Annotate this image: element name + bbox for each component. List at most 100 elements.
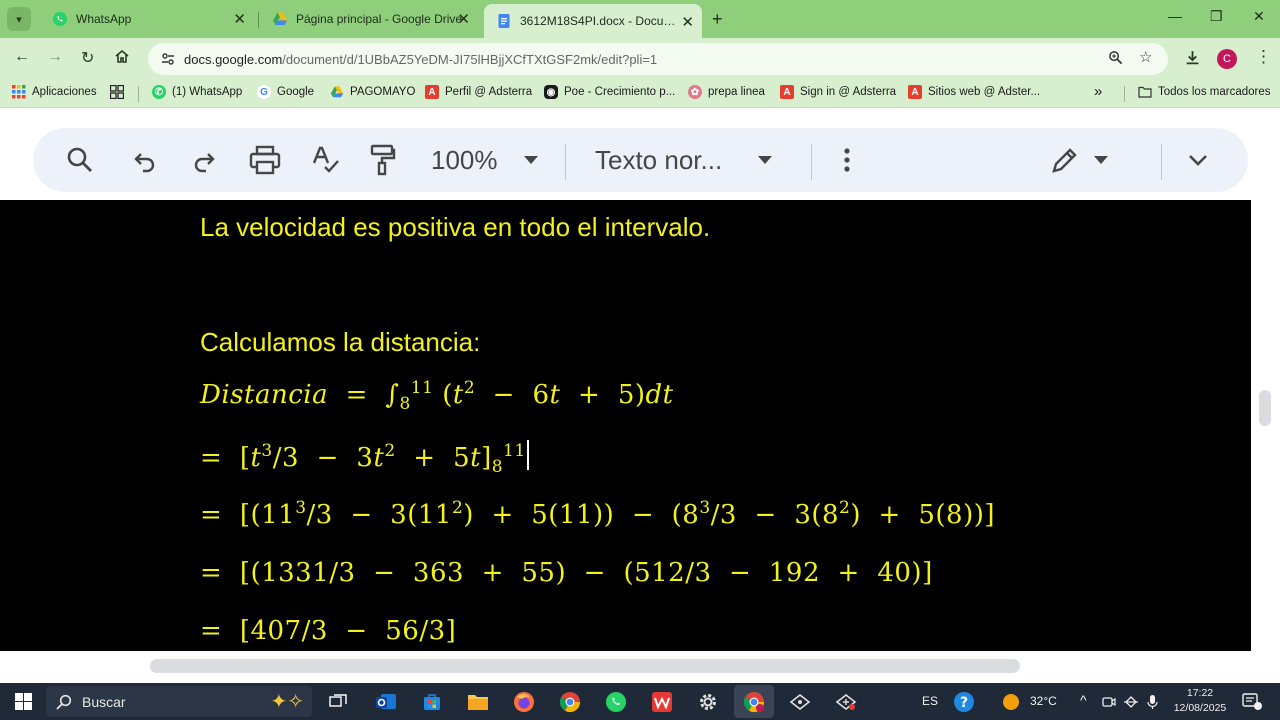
equation-substitution: = [(113/3 − 3(112) + 5(11)) − (83/3 − 3(… xyxy=(200,498,996,531)
apps-grid-icon xyxy=(12,85,26,99)
taskbar-search-input[interactable]: Buscar ✦✧ xyxy=(46,686,312,717)
volume-icon[interactable] xyxy=(1144,683,1162,720)
download-icon[interactable] xyxy=(1184,49,1201,71)
bookmark-star-icon[interactable]: ☆ xyxy=(1139,48,1152,66)
equation-integral: Distancia = ∫811 (t2 − 6t + 5)dt xyxy=(200,378,674,414)
bookmark-whatsapp[interactable]: ✆ (1) WhatsApp xyxy=(152,85,242,99)
browser-toolbar: ← → ↻ docs.google.com/document/d/1UBbAZ5… xyxy=(0,38,1280,80)
copilot-sparkle-icon[interactable]: ✦✧ xyxy=(270,689,304,714)
search-placeholder: Buscar xyxy=(82,693,126,710)
outlook-icon[interactable] xyxy=(372,683,400,720)
minimize-icon[interactable]: — xyxy=(1168,8,1182,24)
tray-chevron-up-icon[interactable]: ^ xyxy=(1080,692,1087,708)
horizontal-scrollbar-thumb[interactable] xyxy=(150,659,1020,673)
weather-sun-icon[interactable] xyxy=(1000,683,1022,720)
print-icon[interactable] xyxy=(249,128,281,192)
adsterra-icon: A xyxy=(780,85,794,99)
more-options-icon[interactable] xyxy=(843,128,851,192)
zoom-lens-icon[interactable] xyxy=(1108,50,1123,69)
new-tab-icon[interactable]: + xyxy=(712,9,723,30)
bookmark-label: Aplicaciones xyxy=(32,86,97,98)
close-tab-icon[interactable]: ✕ xyxy=(681,13,694,31)
hide-menus-chevron-icon[interactable] xyxy=(1188,128,1208,192)
whatsapp-taskbar-icon[interactable] xyxy=(602,683,630,720)
bookmark-label: Todos los marcadores xyxy=(1158,86,1271,98)
tab-groups-icon[interactable] xyxy=(110,85,124,99)
google-drive-icon xyxy=(272,11,288,27)
paragraph-style-select[interactable]: Texto nor... xyxy=(595,128,773,192)
zoom-select[interactable]: 100% xyxy=(431,128,538,192)
task-view-icon[interactable] xyxy=(326,683,350,720)
help-icon[interactable]: ? xyxy=(952,683,976,720)
all-bookmarks-folder[interactable]: Todos los marcadores xyxy=(1138,85,1271,99)
paint-format-icon[interactable] xyxy=(369,128,397,192)
settings-gear-icon[interactable] xyxy=(694,683,722,720)
chevron-down-icon xyxy=(758,156,773,164)
docs-toolbar-area: 100% Texto nor... xyxy=(0,108,1280,200)
tab-google-docs[interactable]: 3612M18S4PI.docx - Document ✕ xyxy=(484,4,702,38)
svg-text:?: ? xyxy=(960,695,968,711)
wps-office-icon[interactable] xyxy=(648,683,676,720)
microsoft-store-icon[interactable] xyxy=(418,683,446,720)
bookmark-google[interactable]: G Google xyxy=(257,85,314,99)
windows-start-icon[interactable] xyxy=(10,683,36,720)
bookmark-prepa-linea[interactable]: ✿ prepa linea xyxy=(688,85,765,99)
profile-avatar[interactable]: C xyxy=(1217,49,1237,69)
forward-icon[interactable]: → xyxy=(47,48,63,66)
close-tab-icon[interactable]: ✕ xyxy=(233,10,246,28)
meet-now-icon[interactable] xyxy=(1100,683,1118,720)
bookmark-perfil-adsterra[interactable]: A Perfil @ Adsterra xyxy=(425,85,532,99)
address-bar[interactable]: docs.google.com/document/d/1UBbAZ5YeDM-J… xyxy=(148,43,1168,75)
back-icon[interactable]: ← xyxy=(14,48,30,66)
undo-icon[interactable] xyxy=(132,128,158,192)
bookmarks-overflow-icon[interactable]: » xyxy=(1094,83,1102,100)
home-icon[interactable] xyxy=(114,48,130,69)
notifications-icon[interactable] xyxy=(1240,683,1264,720)
search-icon xyxy=(56,694,72,710)
close-window-icon[interactable]: ✕ xyxy=(1253,8,1265,25)
redo-icon[interactable] xyxy=(191,128,217,192)
zoom-value: 100% xyxy=(431,144,498,175)
reload-icon[interactable]: ↻ xyxy=(81,48,94,68)
tab-search-chevron-icon[interactable]: ▾ xyxy=(7,7,31,31)
google-icon: G xyxy=(257,85,271,99)
browser-menu-icon[interactable]: ⋮ xyxy=(1255,47,1272,67)
bookmark-label: Google xyxy=(277,86,315,98)
spellcheck-icon[interactable] xyxy=(311,128,341,192)
bookmarks-separator xyxy=(1124,86,1125,102)
network-icon[interactable] xyxy=(1122,683,1140,720)
close-tab-icon[interactable]: ✕ xyxy=(457,10,470,28)
restore-icon[interactable]: ❐ xyxy=(1210,8,1223,25)
bookmark-signin-adsterra[interactable]: A Sign in @ Adsterra xyxy=(780,85,896,99)
bookmark-label: Perfil @ Adsterra xyxy=(445,86,533,98)
doc-text-velocity: La velocidad es positiva en todo el inte… xyxy=(200,212,711,242)
bookmark-pagomayo[interactable]: PAGOMAYO xyxy=(330,85,415,99)
search-menus-icon[interactable] xyxy=(66,128,94,192)
input-language[interactable]: ES xyxy=(922,694,938,708)
site-settings-icon[interactable] xyxy=(160,51,176,67)
bookmark-sitios-adsterra[interactable]: A Sitios web @ Adster... xyxy=(908,85,1040,99)
vertical-scrollbar-thumb[interactable] xyxy=(1259,390,1271,426)
chrome-icon[interactable] xyxy=(556,683,584,720)
bookmarks-bar: Aplicaciones ✆ (1) WhatsApp G Google PAG… xyxy=(0,80,1280,108)
file-explorer-icon[interactable] xyxy=(464,683,492,720)
bookmark-aplicaciones[interactable]: Aplicaciones xyxy=(12,85,97,99)
system-clock[interactable]: 17:22 12/08/2025 xyxy=(1168,686,1232,716)
horizontal-scrollbar-track[interactable] xyxy=(0,651,1280,683)
geogebra-icon[interactable] xyxy=(786,683,814,720)
tab-google-drive[interactable]: Página principal - Google Drive ✕ xyxy=(260,6,478,32)
tab-title: Página principal - Google Drive xyxy=(296,12,463,26)
firefox-icon[interactable] xyxy=(510,683,538,720)
bookmark-label: Poe - Crecimiento p... xyxy=(564,86,676,98)
geogebra-calculator-icon[interactable] xyxy=(832,683,860,720)
chrome-active-window-icon[interactable] xyxy=(734,685,774,718)
tab-whatsapp[interactable]: WhatsApp ✕ xyxy=(40,6,254,32)
tab-separator xyxy=(258,12,259,28)
bookmark-poe[interactable]: ◉ Poe - Crecimiento p... xyxy=(544,85,675,99)
clock-date: 12/08/2025 xyxy=(1173,702,1227,714)
document-page[interactable]: La velocidad es positiva en todo el inte… xyxy=(0,200,1251,651)
editing-mode-button[interactable] xyxy=(1050,128,1108,192)
equation-evaluated: = [(1331/3 − 363 + 55) − (512/3 − 192 + … xyxy=(200,558,933,588)
url-path: /document/d/1UBbAZ5YeDM-JI75lHBjjXCfTXtG… xyxy=(282,51,658,67)
weather-temperature[interactable]: 32°C xyxy=(1030,694,1057,708)
